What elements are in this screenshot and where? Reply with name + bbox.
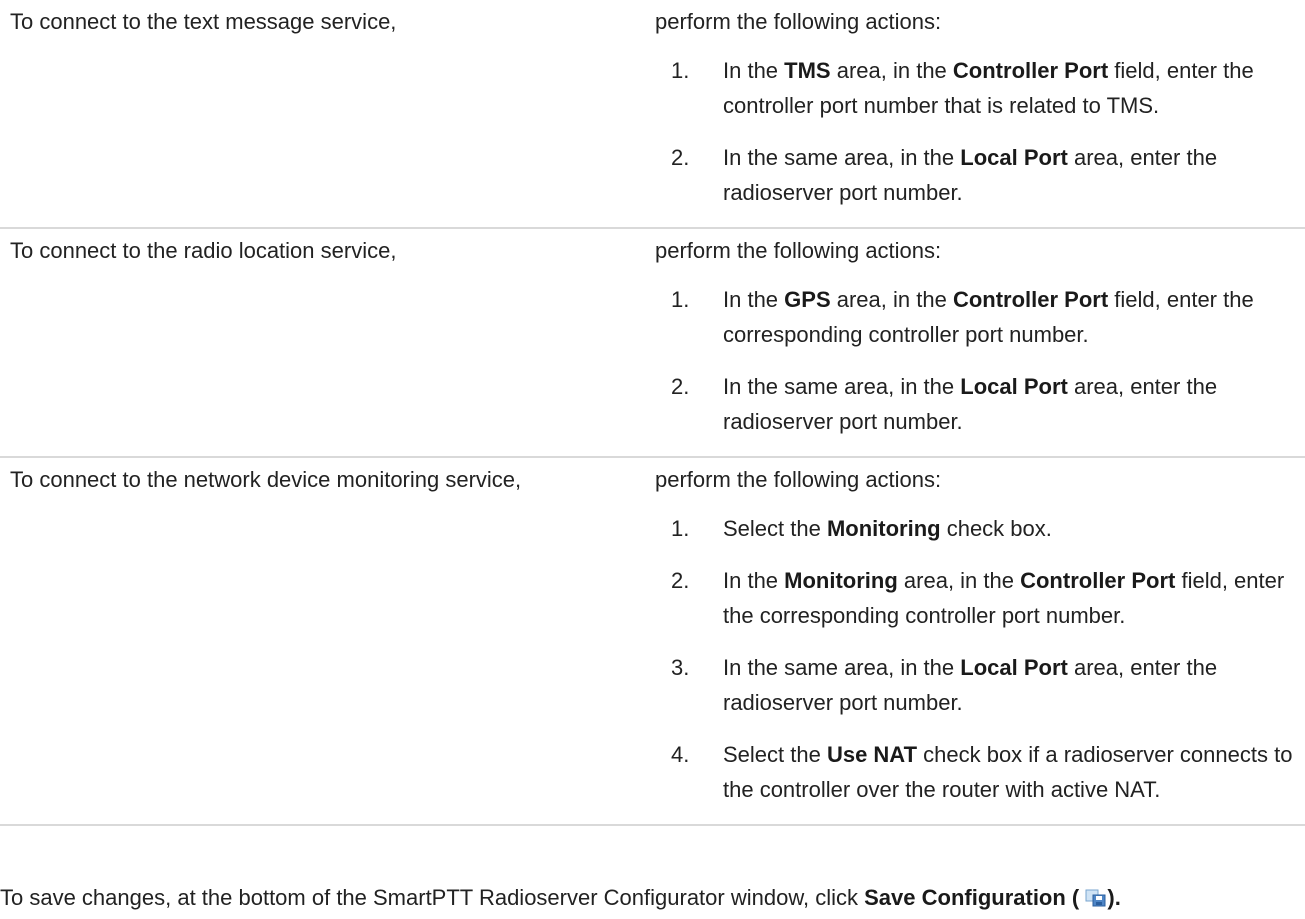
step-item: 1. Select the Monitoring check box.: [655, 511, 1305, 546]
actions-cell: perform the following actions: 1. Select t…: [655, 458, 1305, 807]
step-item: 3. In the same area, in the Local Port ar…: [655, 650, 1305, 720]
ui-term: Controller Port: [952, 287, 1109, 312]
table-row: To connect to the network device monitor…: [0, 458, 1305, 826]
save-instruction-text: To save changes, at the bottom of the Sm…: [0, 885, 865, 910]
ui-term: Local Port: [960, 145, 1068, 170]
ui-term: TMS: [784, 58, 831, 83]
step-text: area, in the: [830, 287, 953, 312]
step-item: 2. In the same area, in the Local Port ar…: [655, 140, 1305, 210]
step-item: 4. Select the Use NAT check box if a radi…: [655, 737, 1305, 807]
save-configuration-icon: [1085, 883, 1107, 918]
step-item: 2. In the Monitoring area, in the Control…: [655, 563, 1305, 633]
step-number: 2.: [671, 374, 690, 399]
step-item: 1. In the GPS area, in the Controller Por…: [655, 282, 1305, 352]
save-instruction: To save changes, at the bottom of the Sm…: [0, 880, 1121, 918]
ui-term: Controller Port: [1020, 568, 1176, 593]
actions-lead: perform the following actions:: [655, 467, 942, 492]
step-text: area, in the: [897, 568, 1021, 593]
step-item: 1. In the TMS area, in the Controller Por…: [655, 53, 1305, 123]
condition-cell: To connect to the network device monitor…: [10, 467, 522, 492]
actions-cell: perform the following actions: 1. In the G…: [655, 229, 1305, 439]
ui-term: GPS: [784, 287, 831, 312]
step-text: check box.: [940, 516, 1052, 541]
step-text: In the same area, in the: [723, 145, 961, 170]
step-number: 4.: [671, 742, 690, 767]
step-list: 1. Select the Monitoring check box. 2. In t…: [655, 511, 1305, 807]
condition-cell: To connect to the radio location service…: [10, 238, 397, 263]
ui-term: Monitoring: [826, 516, 941, 541]
step-text: In the same area, in the: [723, 655, 961, 680]
step-text: Select the: [723, 742, 827, 767]
step-text: In the same area, in the: [723, 374, 961, 399]
step-number: 1.: [671, 287, 690, 312]
ui-term: Local Port: [960, 374, 1068, 399]
step-text: Select the: [723, 516, 827, 541]
step-number: 2.: [671, 145, 690, 170]
ui-term: Monitoring: [784, 568, 898, 593]
table-row: To connect to the radio location service…: [0, 229, 1305, 458]
actions-cell: perform the following actions: 1. In the T…: [655, 0, 1305, 210]
step-text: In the: [723, 58, 785, 83]
ui-term: Local Port: [960, 655, 1068, 680]
condition-cell: To connect to the text message service,: [10, 9, 397, 34]
step-text: area, in the: [830, 58, 953, 83]
actions-lead: perform the following actions:: [655, 238, 942, 263]
step-item: 2. In the same area, in the Local Port ar…: [655, 369, 1305, 439]
step-list: 1. In the TMS area, in the Controller Por…: [655, 53, 1305, 210]
step-number: 1.: [671, 516, 690, 541]
table-row: To connect to the text message service, p…: [0, 0, 1305, 229]
step-number: 3.: [671, 655, 690, 680]
step-list: 1. In the GPS area, in the Controller Por…: [655, 282, 1305, 439]
step-number: 1.: [671, 58, 690, 83]
ui-term: Controller Port: [952, 58, 1109, 83]
instructions-table: To connect to the text message service, p…: [0, 0, 1305, 826]
step-text: In the: [723, 287, 785, 312]
save-configuration-close: ).: [1107, 885, 1121, 910]
step-text: In the: [723, 568, 785, 593]
actions-lead: perform the following actions:: [655, 9, 942, 34]
save-configuration-label: Save Configuration (: [864, 885, 1080, 910]
ui-term: Use NAT: [826, 742, 918, 767]
step-number: 2.: [671, 568, 690, 593]
